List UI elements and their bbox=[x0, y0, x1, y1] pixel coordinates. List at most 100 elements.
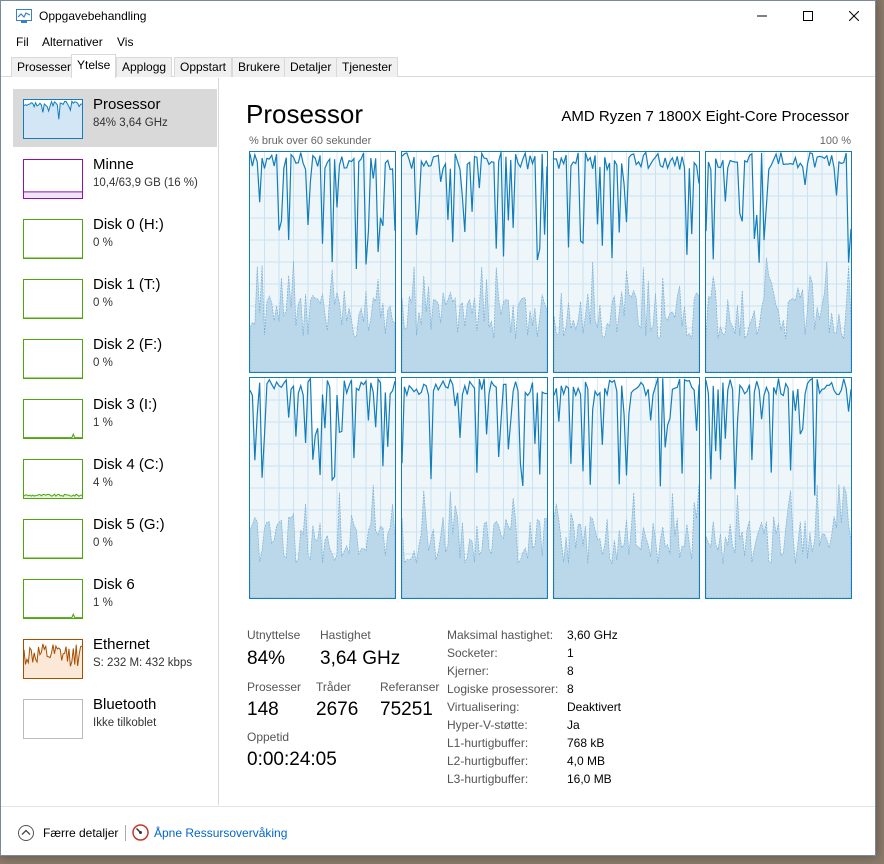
sidebar-item-disk-3[interactable]: Disk 3 (I:) 1 % bbox=[13, 389, 217, 447]
info-value: 768 kB bbox=[567, 736, 605, 750]
info-value: 8 bbox=[567, 682, 574, 696]
sidebar-item-disk-4[interactable]: Disk 4 (C:) 4 % bbox=[13, 449, 217, 507]
sidebar-item-cpu[interactable]: Prosessor 84% 3,64 GHz bbox=[13, 89, 217, 147]
tab-processes[interactable]: Prosesser bbox=[11, 57, 78, 77]
uptime-label: Oppetid bbox=[247, 730, 290, 744]
uptime-value: 0:00:24:05 bbox=[247, 749, 337, 770]
tab-details[interactable]: Detaljer bbox=[284, 57, 338, 77]
utilization-label: Utnyttelse bbox=[247, 628, 301, 642]
sidebar-item-subtitle: 1 % bbox=[93, 417, 113, 429]
sidebar-item-disk-1[interactable]: Disk 1 (T:) 0 % bbox=[13, 269, 217, 327]
sidebar-item-disk-0[interactable]: Disk 0 (H:) 0 % bbox=[13, 209, 217, 267]
cpu-detail-panel: Prosessor AMD Ryzen 7 1800X Eight-Core P… bbox=[220, 78, 875, 805]
close-icon bbox=[849, 11, 859, 21]
sidebar-item-memory[interactable]: Minne 10,4/63,9 GB (16 %) bbox=[13, 149, 217, 207]
sidebar-item-title: Disk 0 (H:) bbox=[93, 216, 164, 233]
tab-performance[interactable]: Ytelse bbox=[71, 54, 117, 78]
sidebar-item-subtitle: S: 232 M: 432 kbps bbox=[93, 657, 193, 669]
tab-startup[interactable]: Oppstart bbox=[174, 57, 233, 77]
page-title: Prosessor bbox=[246, 99, 364, 129]
sidebar-item-subtitle: 0 % bbox=[93, 237, 113, 249]
maximize-icon bbox=[803, 11, 813, 21]
info-value: 1 bbox=[567, 646, 574, 660]
sidebar-item-subtitle: 0 % bbox=[93, 357, 113, 369]
processes-label: Prosesser bbox=[247, 680, 302, 694]
sidebar-item-subtitle: 1 % bbox=[93, 597, 113, 609]
menu-view[interactable]: Vis bbox=[117, 35, 133, 49]
sidebar-thumbnail-graph bbox=[23, 519, 83, 559]
footer-separator bbox=[125, 825, 126, 841]
processes-value: 148 bbox=[247, 699, 279, 720]
footer-bar: Færre detaljer Åpne Ressursovervåking bbox=[1, 806, 875, 856]
core-graph-6 bbox=[553, 377, 700, 599]
maximize-button[interactable] bbox=[785, 1, 831, 31]
open-resource-monitor-link[interactable]: Åpne Ressursovervåking bbox=[154, 826, 287, 840]
core-graph-2 bbox=[553, 151, 700, 373]
sidebar-item-title: Disk 5 (G:) bbox=[93, 516, 165, 533]
info-value: Deaktivert bbox=[567, 700, 622, 714]
info-value: 4,0 MB bbox=[567, 754, 606, 768]
menu-file[interactable]: Fil bbox=[16, 35, 29, 49]
sidebar-item-title: Prosessor bbox=[93, 96, 161, 113]
sidebar-item-title: Disk 3 (I:) bbox=[93, 396, 158, 413]
info-key: L2-hurtigbuffer: bbox=[447, 754, 529, 768]
sidebar-thumbnail-graph bbox=[23, 279, 83, 319]
core-graph-7 bbox=[705, 377, 852, 599]
title-bar: Oppgavebehandling bbox=[1, 1, 875, 31]
sidebar-thumbnail-graph bbox=[23, 99, 83, 139]
sidebar-thumbnail-graph bbox=[23, 579, 83, 619]
info-key: Kjerner: bbox=[447, 664, 490, 678]
core-graph-1 bbox=[401, 151, 548, 373]
window-title: Oppgavebehandling bbox=[39, 9, 147, 23]
sidebar-item-disk-5[interactable]: Disk 5 (G:) 0 % bbox=[13, 509, 217, 567]
minimize-icon bbox=[757, 15, 767, 17]
sidebar-item-title: Ethernet bbox=[93, 636, 150, 653]
fewer-details-button[interactable]: Færre detaljer bbox=[43, 826, 118, 840]
info-key: L1-hurtigbuffer: bbox=[447, 736, 529, 750]
collapse-chevron-icon[interactable] bbox=[18, 825, 34, 841]
threads-value: 2676 bbox=[316, 699, 359, 720]
speed-label: Hastighet bbox=[320, 628, 371, 642]
utilization-value: 84% bbox=[247, 648, 286, 669]
sidebar-item-disk-2[interactable]: Disk 2 (F:) 0 % bbox=[13, 329, 217, 387]
sidebar-thumbnail-graph bbox=[23, 459, 83, 499]
core-graph-5 bbox=[401, 377, 548, 599]
sidebar-item-subtitle: Ikke tilkoblet bbox=[93, 717, 157, 729]
sidebar-item-bluetooth[interactable]: Bluetooth Ikke tilkoblet bbox=[13, 689, 217, 747]
close-button[interactable] bbox=[831, 1, 877, 31]
resource-monitor-icon[interactable] bbox=[132, 824, 149, 841]
sidebar-item-subtitle: 0 % bbox=[93, 297, 113, 309]
menu-options[interactable]: Alternativer bbox=[42, 35, 103, 49]
info-key: Logiske prosessorer: bbox=[447, 682, 559, 696]
info-value: Ja bbox=[567, 718, 580, 732]
sidebar-thumbnail-graph bbox=[23, 159, 83, 199]
sidebar-thumbnail-graph bbox=[23, 339, 83, 379]
menu-bar: Fil Alternativer Vis bbox=[1, 32, 875, 52]
sidebar-thumbnail-graph bbox=[23, 699, 83, 739]
graph-axis-label: % bruk over 60 sekunder bbox=[249, 135, 372, 147]
task-manager-window: Oppgavebehandling Fil Alternativer Vis P… bbox=[0, 0, 876, 856]
sidebar-thumbnail-graph bbox=[23, 639, 83, 679]
core-graphs-grid bbox=[249, 151, 852, 602]
info-key: Hyper-V-støtte: bbox=[447, 718, 528, 732]
tab-services[interactable]: Tjenester bbox=[336, 57, 399, 77]
sidebar-item-title: Disk 1 (T:) bbox=[93, 276, 161, 293]
speed-value: 3,64 GHz bbox=[320, 648, 401, 669]
sidebar-item-title: Bluetooth bbox=[93, 696, 157, 713]
tab-users[interactable]: Brukere bbox=[232, 57, 287, 77]
info-key: Socketer: bbox=[447, 646, 498, 660]
sidebar-item-disk-6[interactable]: Disk 6 1 % bbox=[13, 569, 217, 627]
resource-sidebar: Prosessor 84% 3,64 GHz Minne 10,4/63,9 GB (… bbox=[1, 78, 219, 805]
sidebar-item-title: Disk 4 (C:) bbox=[93, 456, 164, 473]
minimize-button[interactable] bbox=[739, 1, 785, 31]
sidebar-item-subtitle: 0 % bbox=[93, 537, 113, 549]
handles-value: 75251 bbox=[380, 699, 433, 720]
info-key: L3-hurtigbuffer: bbox=[447, 772, 529, 786]
tab-app-history[interactable]: Applogg bbox=[116, 57, 173, 77]
cpu-model-name: AMD Ryzen 7 1800X Eight-Core Processor bbox=[561, 108, 849, 125]
graph-max-label: 100 % bbox=[819, 135, 851, 147]
sidebar-item-ethernet[interactable]: Ethernet S: 232 M: 432 kbps bbox=[13, 629, 217, 687]
sidebar-item-subtitle: 84% 3,64 GHz bbox=[93, 117, 168, 129]
core-graph-4 bbox=[249, 377, 396, 599]
info-value: 16,0 MB bbox=[567, 772, 612, 786]
